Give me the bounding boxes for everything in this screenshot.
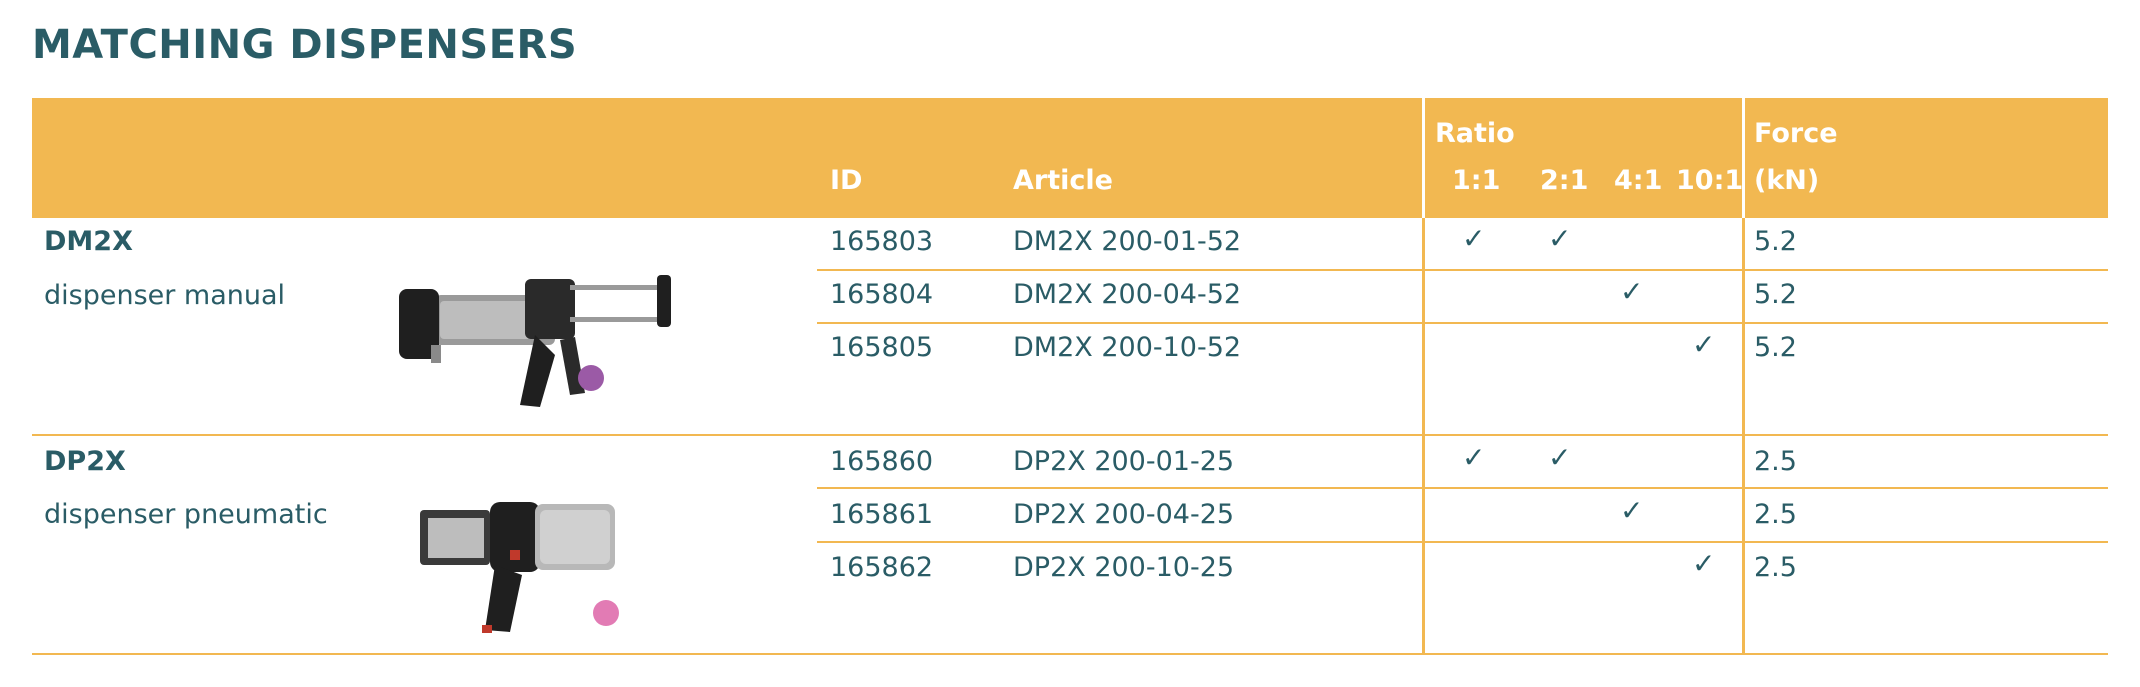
- table-bottom-border: [32, 653, 2108, 655]
- ratio-check-icon: ✓: [1692, 547, 1716, 580]
- column-header-id: ID: [830, 165, 863, 196]
- ratio-check-icon: ✓: [1462, 441, 1486, 474]
- row-id: 165805: [830, 332, 934, 363]
- row-id: 165804: [830, 279, 934, 310]
- column-header-ratio-4-1: 4:1: [1614, 165, 1663, 196]
- row-id: 165860: [830, 446, 934, 477]
- color-indicator-dot: [578, 365, 604, 391]
- column-header-ratio-2-1: 2:1: [1540, 165, 1589, 196]
- row-divider: [817, 269, 2108, 271]
- row-divider: [817, 322, 2108, 324]
- row-force: 2.5: [1754, 552, 1797, 583]
- table-header: [32, 98, 2108, 218]
- row-divider: [817, 541, 2108, 543]
- manual-dispenser-image: [399, 275, 671, 407]
- column-header-ratio: Ratio: [1435, 118, 1515, 149]
- row-id: 165862: [830, 552, 934, 583]
- ratio-check-icon: ✓: [1548, 222, 1572, 255]
- row-id: 165803: [830, 226, 934, 257]
- column-header-article: Article: [1013, 165, 1113, 196]
- group-name-dp2x: DP2X: [44, 446, 126, 477]
- page-title: MATCHING DISPENSERS: [32, 22, 578, 68]
- row-id: 165861: [830, 499, 934, 530]
- ratio-check-icon: ✓: [1462, 222, 1486, 255]
- ratio-check-icon: ✓: [1548, 441, 1572, 474]
- row-divider: [817, 487, 2108, 489]
- row-article: DP2X 200-01-25: [1013, 446, 1235, 477]
- row-article: DM2X 200-04-52: [1013, 279, 1242, 310]
- column-header-force-unit: (kN): [1754, 165, 1820, 196]
- row-force: 2.5: [1754, 499, 1797, 530]
- row-force: 5.2: [1754, 226, 1797, 257]
- row-force: 5.2: [1754, 332, 1797, 363]
- column-header-ratio-10-1: 10:1: [1676, 165, 1744, 196]
- header-divider: [1422, 98, 1425, 218]
- column-header-force: Force: [1754, 118, 1838, 149]
- header-divider: [1742, 98, 1745, 218]
- row-article: DM2X 200-01-52: [1013, 226, 1242, 257]
- group-description-dm2x: dispenser manual: [44, 280, 286, 311]
- row-article: DP2X 200-04-25: [1013, 499, 1235, 530]
- row-force: 2.5: [1754, 446, 1797, 477]
- ratio-check-icon: ✓: [1620, 275, 1644, 308]
- ratio-check-icon: ✓: [1692, 328, 1716, 361]
- group-name-dm2x: DM2X: [44, 226, 133, 257]
- row-article: DM2X 200-10-52: [1013, 332, 1242, 363]
- column-header-ratio-1-1: 1:1: [1452, 165, 1501, 196]
- row-force: 5.2: [1754, 279, 1797, 310]
- color-indicator-dot: [593, 600, 619, 626]
- ratio-check-icon: ✓: [1620, 494, 1644, 527]
- group-divider: [32, 434, 2108, 436]
- row-article: DP2X 200-10-25: [1013, 552, 1235, 583]
- group-description-dp2x: dispenser pneumatic: [44, 499, 328, 530]
